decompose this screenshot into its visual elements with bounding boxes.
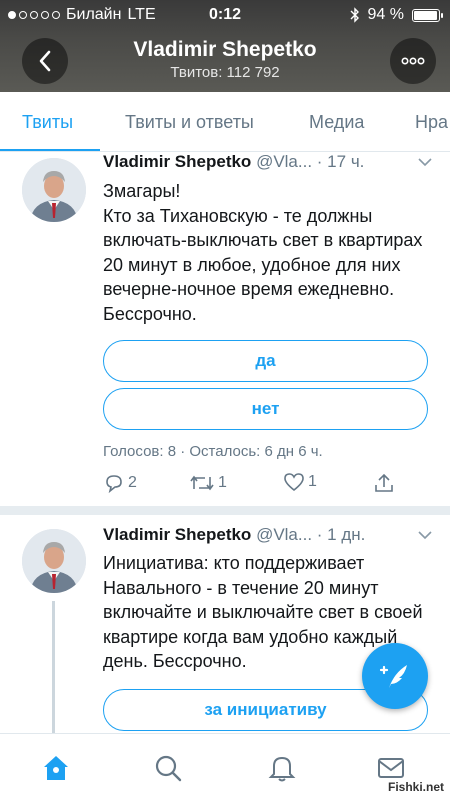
poll-option-yes[interactable]: да <box>103 340 428 382</box>
avatar-image <box>22 529 86 593</box>
author-name[interactable]: Vladimir Shepetko <box>103 525 251 544</box>
retweet-icon <box>190 475 214 491</box>
reply-count: 2 <box>128 474 137 491</box>
tweet-header: Vladimir Shepetko @Vla... · 1 дн. <box>103 525 438 545</box>
author-handle[interactable]: @Vla... <box>256 525 312 544</box>
nav-home[interactable] <box>40 752 72 784</box>
tweet-header: Vladimir Shepetko @Vla... · 17 ч. <box>103 152 438 172</box>
chevron-down-icon[interactable] <box>418 525 432 545</box>
tweet-text: Змагары! Кто за Тихановскую - те должны … <box>103 181 423 324</box>
bottom-navigation: Fishki.net <box>0 733 450 800</box>
tab-tweets[interactable]: Твиты <box>22 112 73 133</box>
more-dots-icon <box>401 57 425 65</box>
battery-percent: 94 % <box>367 6 404 23</box>
tweet[interactable]: Vladimir Shepetko @Vla... · 17 ч. Змагар… <box>0 152 450 506</box>
poll-option-no[interactable]: нет <box>103 388 428 430</box>
avatar[interactable] <box>22 529 86 593</box>
like-count: 1 <box>308 473 317 490</box>
author-handle[interactable]: @Vla... <box>256 152 312 171</box>
retweet-button[interactable]: 1 <box>189 472 227 494</box>
avatar[interactable] <box>22 158 86 222</box>
share-button[interactable] <box>373 472 395 494</box>
tab-tweets-and-replies[interactable]: Твиты и ответы <box>125 112 254 133</box>
author-name[interactable]: Vladimir Shepetko <box>103 152 251 171</box>
home-icon <box>44 756 68 780</box>
poll-meta: Голосов: 8 · Осталось: 6 дн 6 ч. <box>103 443 323 460</box>
watermark: Fishki.net <box>387 780 444 794</box>
retweet-count: 1 <box>218 474 227 491</box>
envelope-icon <box>378 758 404 778</box>
share-icon <box>375 473 393 492</box>
profile-header: Билайн LTE 0:12 94 % Vladimir Shepetko Т… <box>0 0 450 92</box>
bluetooth-icon <box>350 7 359 23</box>
search-icon <box>155 755 182 782</box>
nav-search[interactable] <box>152 752 184 784</box>
thread-line <box>52 601 55 733</box>
tweet-actions: 2 1 1 <box>103 472 403 498</box>
tweet-count: Твитов: 112 792 <box>170 64 280 81</box>
nav-notifications[interactable] <box>266 752 298 784</box>
tab-likes[interactable]: Нра <box>415 112 448 133</box>
compose-feather-icon <box>379 665 407 688</box>
compose-tweet-button[interactable] <box>362 643 428 709</box>
profile-name: Vladimir Shepetko <box>133 38 317 61</box>
status-bar: Билайн LTE 0:12 94 % <box>0 0 450 30</box>
like-button[interactable]: 1 <box>283 472 317 492</box>
more-button[interactable] <box>390 38 436 84</box>
heart-icon <box>284 473 304 492</box>
tweet-time[interactable]: · 17 ч. <box>317 152 365 171</box>
tab-media[interactable]: Медиа <box>309 112 364 133</box>
battery-icon <box>412 8 443 22</box>
avatar-image <box>22 158 86 222</box>
battery-level <box>414 10 437 20</box>
reply-button[interactable]: 2 <box>103 472 137 494</box>
bell-icon <box>268 756 296 782</box>
chevron-down-icon[interactable] <box>418 152 432 172</box>
profile-tabs: Твиты Твиты и ответы Медиа Нра <box>0 92 450 152</box>
tweet-divider <box>0 506 450 515</box>
reply-icon <box>106 475 122 494</box>
status-right: 94 % <box>350 6 443 24</box>
tweet-time[interactable]: · 1 дн. <box>317 525 366 544</box>
